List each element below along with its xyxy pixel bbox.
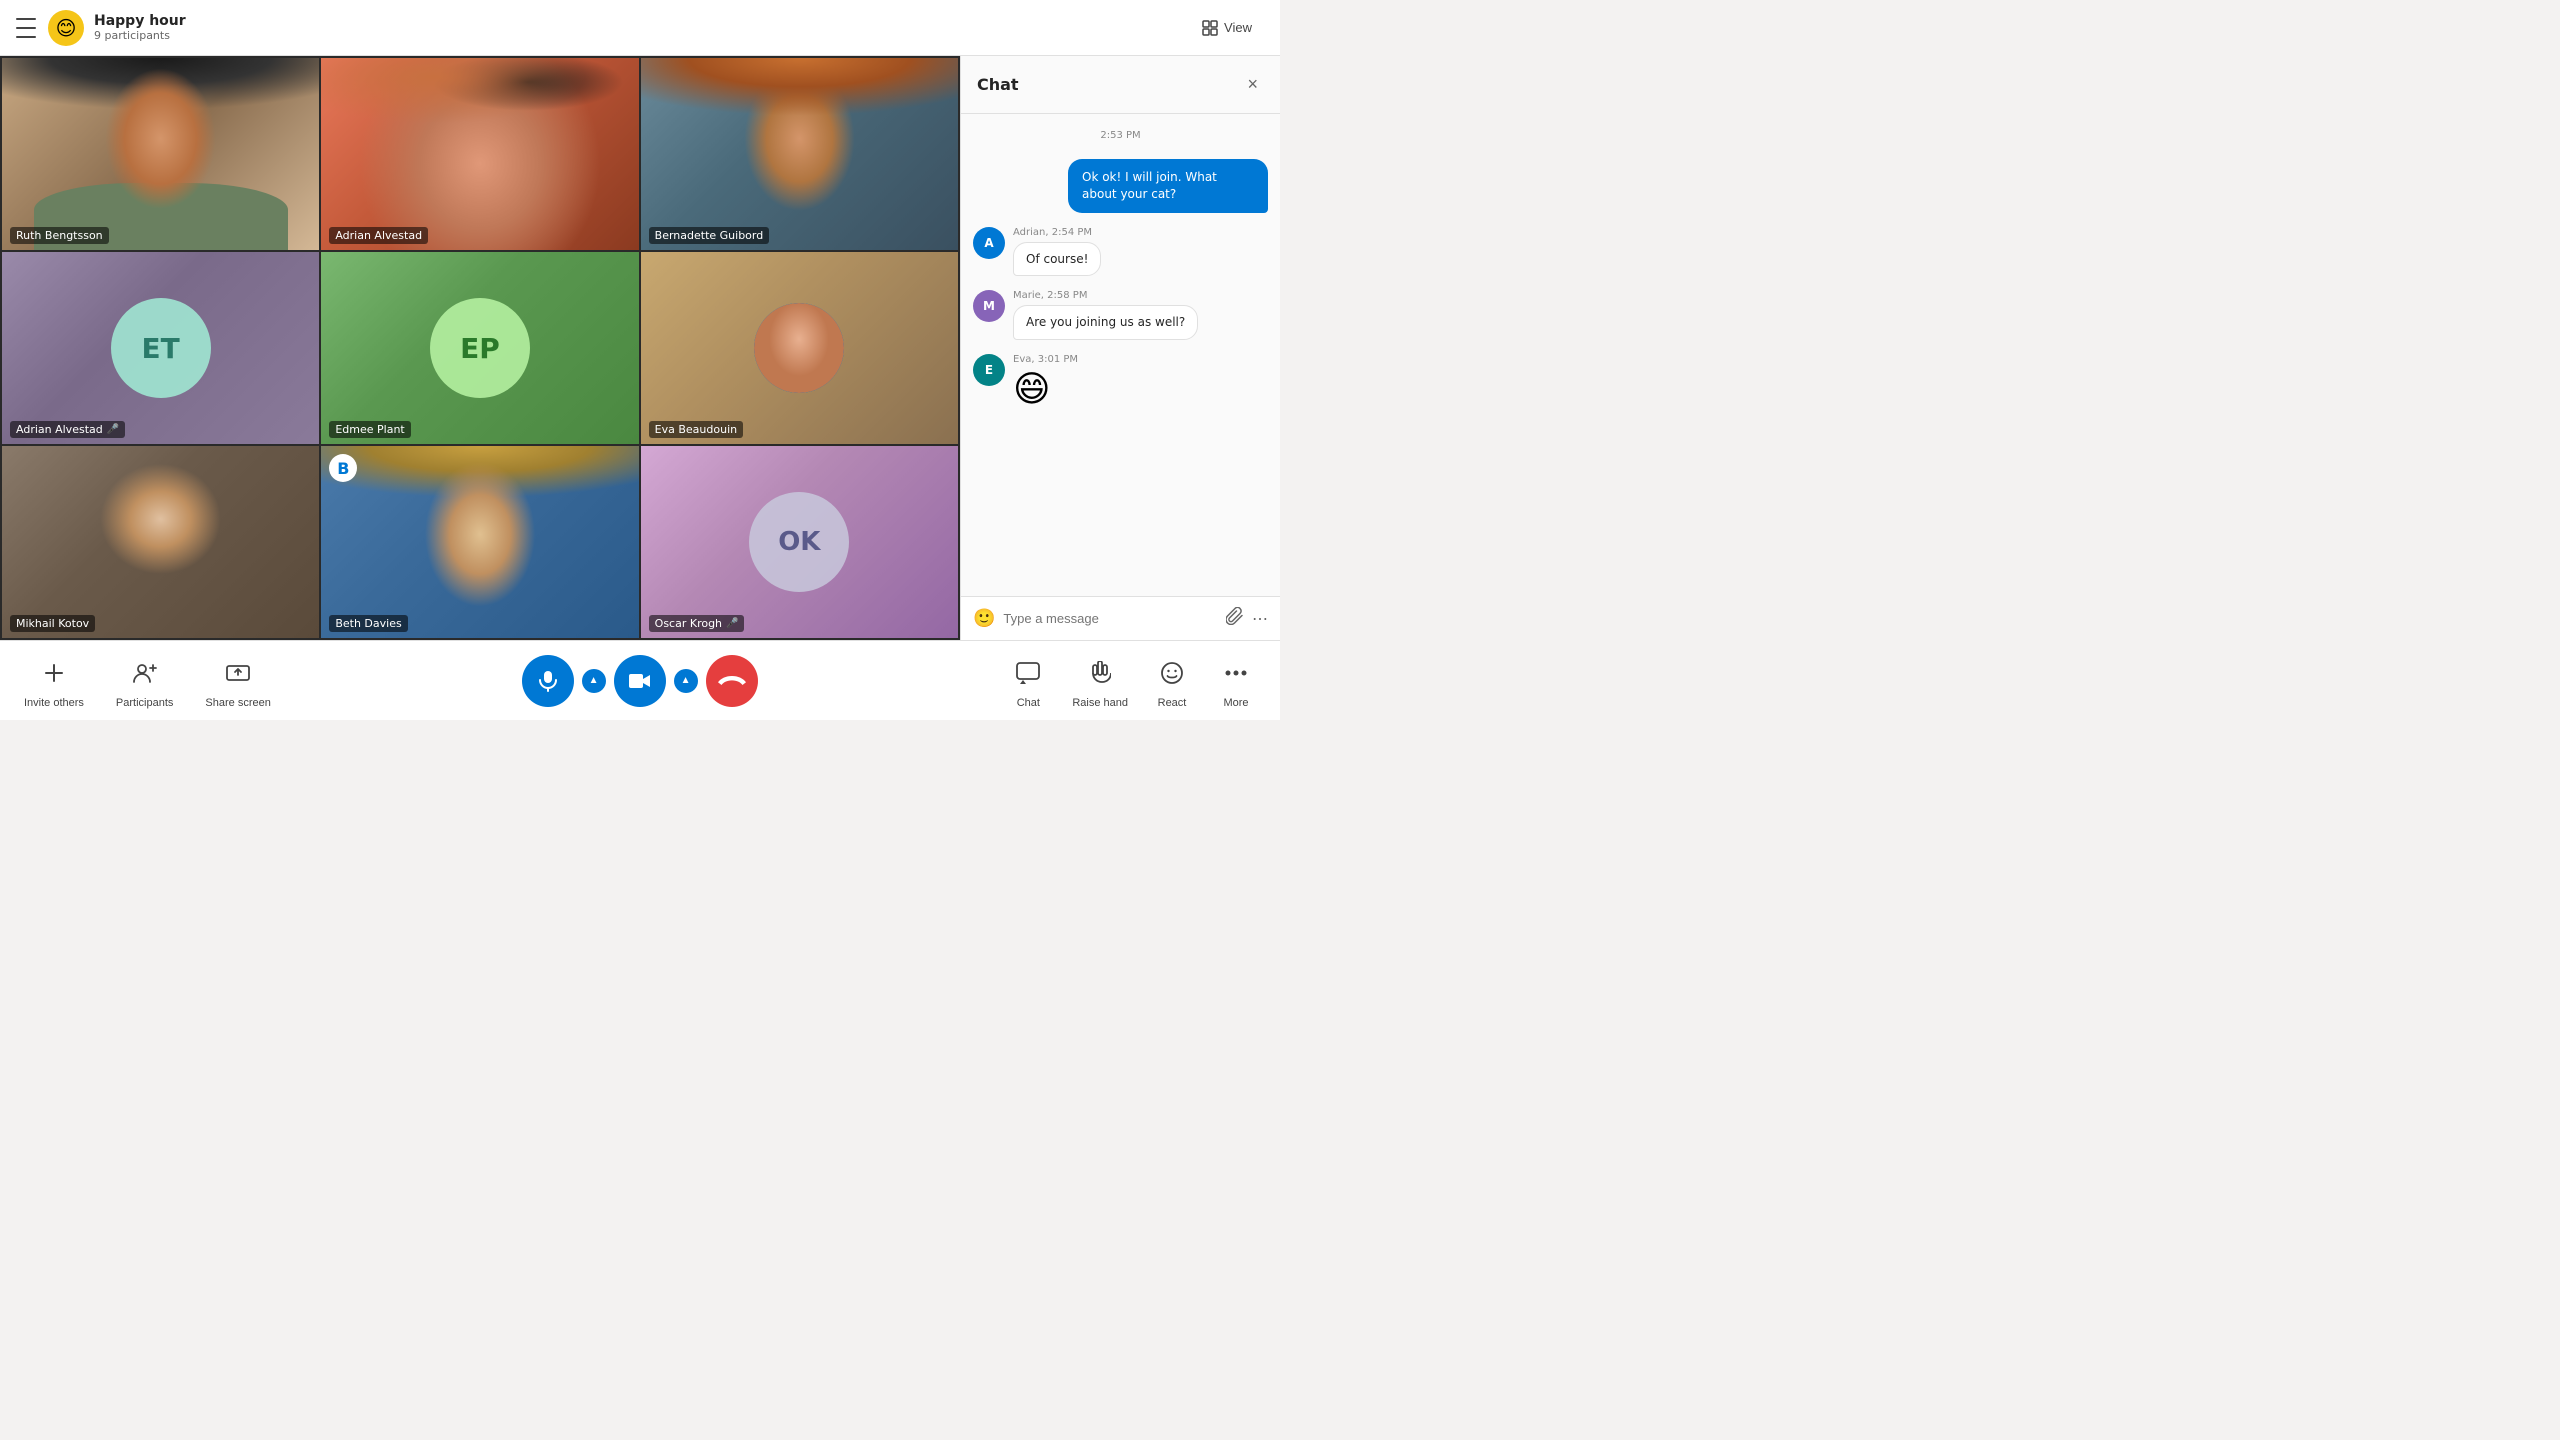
message-content-adrian: Adrian, 2:54 PM Of course! bbox=[1013, 227, 1101, 277]
tile-label-beth: Beth Davies bbox=[329, 615, 407, 632]
participants-label: Participants bbox=[116, 697, 173, 709]
meeting-title: Happy hour bbox=[94, 13, 1190, 29]
header: 😊 Happy hour 9 participants View bbox=[0, 0, 1280, 56]
avatar-eva: E bbox=[973, 354, 1005, 386]
mic-muted-icon-et: 🎤 bbox=[107, 424, 119, 435]
message-content-marie: Marie, 2:58 PM Are you joining us as wel… bbox=[1013, 290, 1198, 340]
bottom-toolbar: Invite others Participants Share screen bbox=[0, 640, 1280, 720]
message-marie: M Marie, 2:58 PM Are you joining us as w… bbox=[973, 290, 1268, 340]
main-area: Ruth Bengtsson Adrian Alvestad Bernadett… bbox=[0, 56, 1280, 640]
end-call-button[interactable] bbox=[706, 655, 758, 707]
tile-label-eva: Eva Beaudouin bbox=[649, 421, 743, 438]
raise-hand-icon bbox=[1080, 653, 1120, 693]
toolbar-right: Chat Raise hand bbox=[1008, 653, 1256, 709]
mic-chevron-button[interactable]: ▲ bbox=[582, 669, 606, 693]
attach-icon bbox=[1226, 607, 1244, 625]
chat-button[interactable]: Chat bbox=[1008, 653, 1048, 709]
chat-label: Chat bbox=[1017, 697, 1040, 709]
emoji-message-eva: 😄 bbox=[1013, 369, 1078, 410]
sender-time-eva: Eva, 3:01 PM bbox=[1013, 354, 1078, 365]
avatar-marie: M bbox=[973, 290, 1005, 322]
participants-icon bbox=[125, 653, 165, 693]
menu-icon[interactable] bbox=[16, 18, 36, 38]
more-icon bbox=[1216, 653, 1256, 693]
invite-icon bbox=[34, 653, 74, 693]
chat-message-input[interactable] bbox=[1003, 611, 1218, 626]
avatar-adrian: A bbox=[973, 227, 1005, 259]
raise-hand-label: Raise hand bbox=[1072, 697, 1128, 709]
initials-et: ET bbox=[111, 298, 211, 398]
video-tile-et: ET Adrian Alvestad 🎤 bbox=[2, 252, 319, 444]
bubble-text-1: Ok ok! I will join. What about your cat? bbox=[1068, 159, 1268, 213]
view-label: View bbox=[1224, 20, 1252, 35]
chat-close-button[interactable]: × bbox=[1241, 72, 1264, 97]
message-adrian: A Adrian, 2:54 PM Of course! bbox=[973, 227, 1268, 277]
tile-label-oscar: Oscar Krogh 🎤 bbox=[649, 615, 745, 632]
mic-button[interactable] bbox=[522, 655, 574, 707]
video-tile-ep: EP Edmee Plant bbox=[321, 252, 638, 444]
video-chevron-button[interactable]: ▲ bbox=[674, 669, 698, 693]
tile-label-bernadette: Bernadette Guibord bbox=[649, 227, 770, 244]
chat-more-button[interactable]: ⋯ bbox=[1252, 609, 1268, 629]
toolbar-center: ▲ ▲ bbox=[522, 655, 758, 707]
share-label: Share screen bbox=[205, 697, 270, 709]
invite-label: Invite others bbox=[24, 697, 84, 709]
chat-panel: Chat × 2:53 PM Ok ok! I will join. What … bbox=[960, 56, 1280, 640]
chat-title: Chat bbox=[977, 75, 1019, 94]
toolbar-left: Invite others Participants Share screen bbox=[24, 653, 271, 709]
message-eva: E Eva, 3:01 PM 😄 bbox=[973, 354, 1268, 410]
initials-ep: EP bbox=[430, 298, 530, 398]
video-tile-bernadette: Bernadette Guibord bbox=[641, 58, 958, 250]
tile-label-ep: Edmee Plant bbox=[329, 421, 410, 438]
react-icon bbox=[1152, 653, 1192, 693]
mic-muted-icon-oscar: 🎤 bbox=[726, 618, 738, 629]
tile-label-et: Adrian Alvestad 🎤 bbox=[10, 421, 125, 438]
react-label: React bbox=[1158, 697, 1187, 709]
eva-avatar-circle bbox=[754, 303, 844, 393]
message-self-1: Ok ok! I will join. What about your cat? bbox=[973, 159, 1268, 213]
share-screen-button[interactable]: Share screen bbox=[205, 653, 270, 709]
share-icon bbox=[218, 653, 258, 693]
meeting-info: Happy hour 9 participants bbox=[94, 13, 1190, 42]
chat-messages: 2:53 PM Ok ok! I will join. What about y… bbox=[961, 114, 1280, 596]
sender-time-adrian: Adrian, 2:54 PM bbox=[1013, 227, 1101, 238]
emoji-button[interactable]: 🙂 bbox=[973, 608, 995, 629]
more-button[interactable]: More bbox=[1216, 653, 1256, 709]
attach-button[interactable] bbox=[1226, 607, 1244, 630]
chat-header: Chat × bbox=[961, 56, 1280, 114]
eva-photo bbox=[754, 303, 844, 393]
raise-hand-button[interactable]: Raise hand bbox=[1072, 653, 1128, 709]
view-icon bbox=[1202, 20, 1218, 36]
initials-ok: OK bbox=[749, 492, 849, 592]
chat-icon bbox=[1008, 653, 1048, 693]
invite-others-button[interactable]: Invite others bbox=[24, 653, 84, 709]
meeting-avatar: 😊 bbox=[48, 10, 84, 46]
video-tile-eva: Eva Beaudouin bbox=[641, 252, 958, 444]
video-tile-oscar: OK Oscar Krogh 🎤 bbox=[641, 446, 958, 638]
tile-label-ruth: Ruth Bengtsson bbox=[10, 227, 109, 244]
bubble-text-adrian: Of course! bbox=[1013, 242, 1101, 277]
video-tile-ruth: Ruth Bengtsson bbox=[2, 58, 319, 250]
message-timestamp-1: 2:53 PM bbox=[973, 130, 1268, 141]
bubble-text-marie: Are you joining us as well? bbox=[1013, 305, 1198, 340]
sender-time-marie: Marie, 2:58 PM bbox=[1013, 290, 1198, 301]
view-button[interactable]: View bbox=[1190, 14, 1264, 42]
tile-label-mikhail: Mikhail Kotov bbox=[10, 615, 95, 632]
more-label: More bbox=[1223, 697, 1248, 709]
participants-button[interactable]: Participants bbox=[116, 653, 173, 709]
message-content-eva: Eva, 3:01 PM 😄 bbox=[1013, 354, 1078, 410]
video-tile-beth: B Beth Davies bbox=[321, 446, 638, 638]
chat-input-area: 🙂 ⋯ bbox=[961, 596, 1280, 640]
react-button[interactable]: React bbox=[1152, 653, 1192, 709]
video-tile-adrian: Adrian Alvestad bbox=[321, 58, 638, 250]
video-tile-mikhail: Mikhail Kotov bbox=[2, 446, 319, 638]
video-grid: Ruth Bengtsson Adrian Alvestad Bernadett… bbox=[0, 56, 960, 640]
participant-count: 9 participants bbox=[94, 29, 1190, 42]
video-button[interactable] bbox=[614, 655, 666, 707]
tile-label-adrian: Adrian Alvestad bbox=[329, 227, 428, 244]
